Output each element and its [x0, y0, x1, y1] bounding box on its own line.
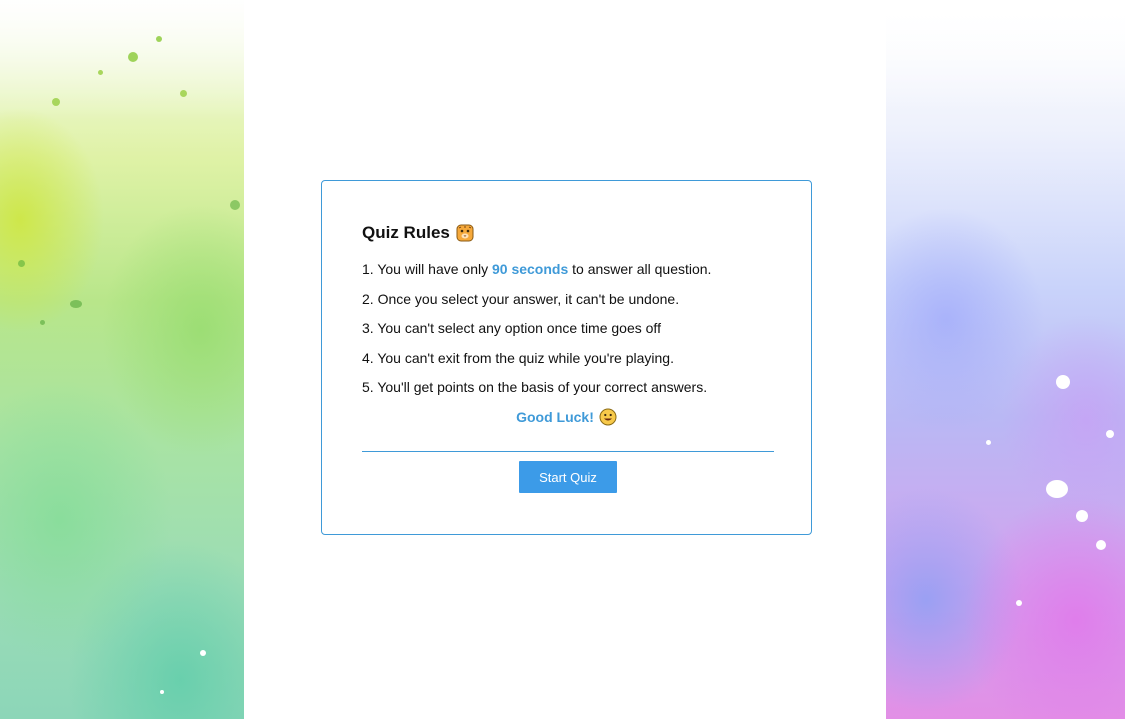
card-divider	[362, 451, 774, 452]
left-watercolor-background	[0, 0, 244, 719]
right-watercolor-background	[886, 0, 1125, 719]
quiz-rules-card: Quiz Rules 1. You will have only 90 seco…	[321, 180, 812, 535]
paint-speck	[1106, 430, 1114, 438]
rule-1-suffix: to answer all question.	[568, 261, 712, 277]
rules-list: 1. You will have only 90 seconds to answ…	[362, 260, 711, 408]
good-luck-message: Good Luck!	[322, 408, 811, 426]
paint-speck	[1046, 480, 1068, 498]
quiz-rules-title: Quiz Rules	[362, 223, 474, 243]
good-luck-text: Good Luck!	[516, 409, 594, 425]
paint-speck	[70, 300, 82, 308]
paint-speck	[230, 200, 240, 210]
rule-item: 3. You can't select any option once time…	[362, 320, 661, 336]
paint-speck	[180, 90, 187, 97]
quiz-rules-title-text: Quiz Rules	[362, 223, 450, 242]
grinning-face-emoji-icon	[599, 408, 617, 426]
paint-speck	[1056, 375, 1070, 389]
paint-speck	[40, 320, 45, 325]
rule-item: 4. You can't exit from the quiz while yo…	[362, 349, 674, 366]
rule-item: 5. You'll get points on the basis of you…	[362, 379, 708, 395]
rule-1-highlight: 90 seconds	[491, 261, 569, 277]
paint-speck	[160, 690, 164, 694]
rule-item: 1. You will have only 90 seconds to answ…	[362, 260, 711, 290]
tiger-face-emoji-icon	[456, 224, 474, 242]
paint-speck	[986, 440, 991, 445]
paint-speck	[1016, 600, 1022, 606]
paint-speck	[18, 260, 25, 267]
paint-speck	[128, 52, 138, 62]
paint-speck	[1096, 540, 1106, 550]
rule-item: 2. Once you select your answer, it can't…	[362, 290, 680, 307]
paint-speck	[156, 36, 162, 42]
start-quiz-button[interactable]: Start Quiz	[519, 461, 617, 493]
paint-speck	[1076, 510, 1088, 522]
paint-speck	[98, 70, 103, 75]
paint-speck	[52, 98, 60, 106]
rule-1-prefix: 1. You will have only	[362, 261, 492, 277]
paint-speck	[200, 650, 206, 656]
quiz-page: Quiz Rules 1. You will have only 90 seco…	[0, 0, 1125, 719]
